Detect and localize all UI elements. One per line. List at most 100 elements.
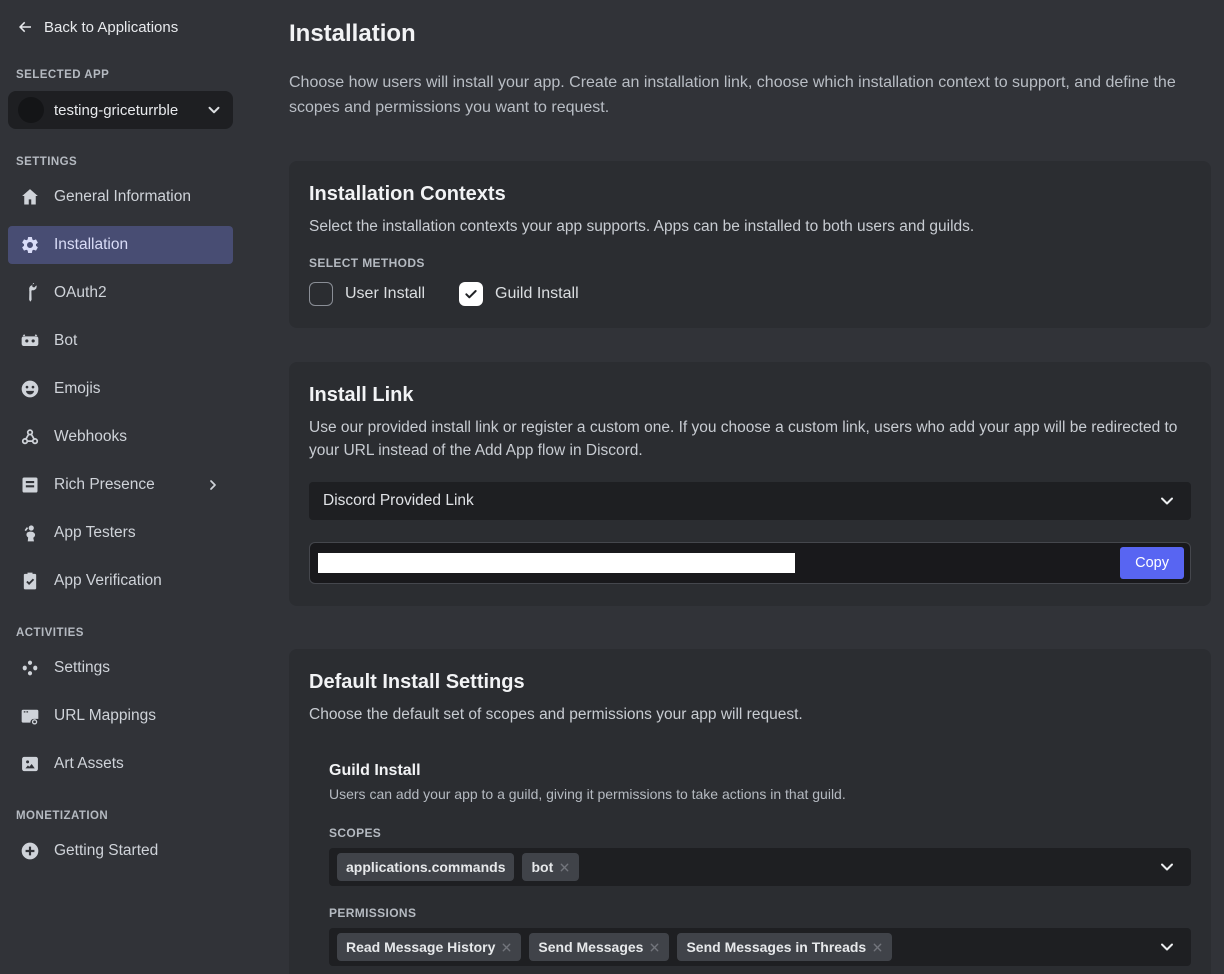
image-icon — [20, 754, 40, 774]
app-avatar — [18, 97, 44, 123]
link-type-selected-value: Discord Provided Link — [323, 492, 1157, 510]
selected-app-heading: SELECTED APP — [16, 69, 233, 81]
scope-tag: bot — [522, 853, 579, 881]
clipboard-check-icon — [20, 571, 40, 591]
user-install-checkbox[interactable] — [309, 282, 333, 306]
sidebar-item-label: Installation — [54, 236, 221, 254]
sidebar-item-activities-settings[interactable]: Settings — [8, 649, 233, 687]
remove-tag-icon[interactable] — [501, 942, 512, 953]
scope-tag: applications.commands — [337, 853, 514, 881]
person-wave-icon — [20, 523, 40, 543]
main-content: Installation Choose how users will insta… — [241, 0, 1224, 974]
activities-section-heading: ACTIVITIES — [16, 627, 233, 639]
sidebar-item-label: General Information — [54, 188, 221, 206]
remove-tag-icon[interactable] — [649, 942, 660, 953]
chevron-down-icon — [1157, 857, 1177, 877]
sidebar-item-label: URL Mappings — [54, 707, 221, 725]
sidebar-item-rich-presence[interactable]: Rich Presence — [8, 466, 233, 504]
sidebar-item-getting-started[interactable]: Getting Started — [8, 832, 233, 870]
remove-tag-icon[interactable] — [559, 862, 570, 873]
sidebar-item-webhooks[interactable]: Webhooks — [8, 418, 233, 456]
selected-app-name: testing-griceturrble — [54, 102, 195, 119]
scope-tag-label: applications.commands — [346, 859, 505, 875]
install-methods-row: User Install Guild Install — [309, 282, 1191, 306]
sidebar-item-label: Webhooks — [54, 428, 221, 446]
sidebar-item-art-assets[interactable]: Art Assets — [8, 745, 233, 783]
default-install-settings-description: Choose the default set of scopes and per… — [309, 704, 1191, 726]
back-label: Back to Applications — [44, 19, 178, 36]
permission-tag-label: Send Messages in Threads — [686, 939, 866, 955]
sidebar-item-label: Art Assets — [54, 755, 221, 773]
permission-tag-label: Read Message History — [346, 939, 495, 955]
browser-link-icon — [20, 706, 40, 726]
installation-contexts-card: Installation Contexts Select the install… — [289, 161, 1211, 328]
sidebar-item-emojis[interactable]: Emojis — [8, 370, 233, 408]
plus-circle-icon — [20, 841, 40, 861]
sidebar-item-label: Settings — [54, 659, 221, 677]
permission-tag: Send Messages in Threads — [677, 933, 892, 961]
permissions-label: PERMISSIONS — [329, 906, 1191, 920]
wrench-icon — [20, 283, 40, 303]
guild-install-subsection-description: Users can add your app to a guild, givin… — [329, 786, 1191, 802]
sidebar-item-label: Getting Started — [54, 842, 221, 860]
copy-button[interactable]: Copy — [1120, 547, 1184, 580]
page-description: Choose how users will install your app. … — [289, 71, 1189, 121]
permissions-select[interactable]: Read Message History Send Messages Send … — [329, 928, 1191, 966]
activity-shapes-icon — [20, 658, 40, 678]
chevron-down-icon — [1157, 491, 1177, 511]
link-type-select[interactable]: Discord Provided Link — [309, 482, 1191, 520]
page-title: Installation — [289, 20, 1211, 48]
user-install-option[interactable]: User Install — [309, 282, 425, 306]
smiley-icon — [20, 379, 40, 399]
permission-tag-label: Send Messages — [538, 939, 643, 955]
install-link-value-redacted — [318, 553, 795, 573]
settings-section-heading: SETTINGS — [16, 156, 233, 168]
webhook-icon — [20, 427, 40, 447]
guild-install-checkbox[interactable] — [459, 282, 483, 306]
gear-icon — [20, 235, 40, 255]
default-install-settings-title: Default Install Settings — [309, 671, 1191, 694]
sidebar-item-label: Emojis — [54, 380, 221, 398]
sidebar-item-general-information[interactable]: General Information — [8, 178, 233, 216]
scopes-select[interactable]: applications.commands bot — [329, 848, 1191, 886]
monetization-section-heading: MONETIZATION — [16, 810, 233, 822]
document-icon — [20, 475, 40, 495]
sidebar-item-label: Bot — [54, 332, 221, 350]
install-link-field: Copy — [309, 542, 1191, 584]
guild-install-label: Guild Install — [495, 285, 579, 303]
guild-install-subsection-title: Guild Install — [329, 762, 1191, 780]
chevron-right-icon — [205, 477, 221, 493]
sidebar-item-label: Rich Presence — [54, 476, 191, 494]
robot-icon — [20, 331, 40, 351]
sidebar: Back to Applications SELECTED APP testin… — [0, 0, 241, 974]
sidebar-item-bot[interactable]: Bot — [8, 322, 233, 360]
sidebar-item-app-verification[interactable]: App Verification — [8, 562, 233, 600]
installation-contexts-description: Select the installation contexts your ap… — [309, 216, 1191, 238]
remove-tag-icon[interactable] — [872, 942, 883, 953]
guild-install-subsection: Guild Install Users can add your app to … — [329, 762, 1191, 966]
home-icon — [20, 187, 40, 207]
back-to-applications-link[interactable]: Back to Applications — [8, 14, 233, 40]
install-link-title: Install Link — [309, 384, 1191, 407]
install-link-description: Use our provided install link or registe… — [309, 417, 1191, 462]
chevron-down-icon — [1157, 937, 1177, 957]
sidebar-item-installation[interactable]: Installation — [8, 226, 233, 264]
check-icon — [463, 286, 479, 302]
installation-contexts-title: Installation Contexts — [309, 183, 1191, 206]
back-arrow-icon — [16, 18, 34, 36]
user-install-label: User Install — [345, 285, 425, 303]
sidebar-item-oauth2[interactable]: OAuth2 — [8, 274, 233, 312]
sidebar-item-app-testers[interactable]: App Testers — [8, 514, 233, 552]
chevron-down-icon — [205, 101, 223, 119]
guild-install-option[interactable]: Guild Install — [459, 282, 579, 306]
permission-tag: Read Message History — [337, 933, 521, 961]
sidebar-item-url-mappings[interactable]: URL Mappings — [8, 697, 233, 735]
scope-tag-label: bot — [531, 859, 553, 875]
sidebar-item-label: App Testers — [54, 524, 221, 542]
app-selector-dropdown[interactable]: testing-griceturrble — [8, 91, 233, 129]
permission-tag: Send Messages — [529, 933, 669, 961]
install-link-card: Install Link Use our provided install li… — [289, 362, 1211, 606]
scopes-label: SCOPES — [329, 826, 1191, 840]
default-install-settings-card: Default Install Settings Choose the defa… — [289, 649, 1211, 974]
sidebar-item-label: App Verification — [54, 572, 221, 590]
